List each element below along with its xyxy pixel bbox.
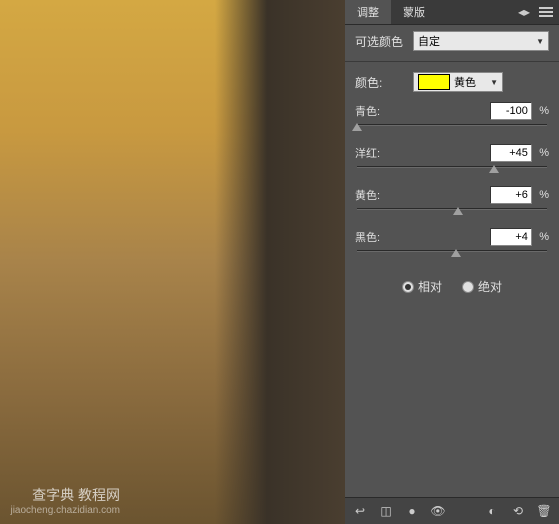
relative-label: 相对 — [418, 278, 442, 295]
canvas-preview: 查字典 教程网 jiaocheng.chazidian.com — [0, 0, 345, 524]
trash-icon[interactable]: 🗑 — [535, 502, 553, 520]
adjustments-panel: 调整 蒙版 ◂▸ 可选颜色 自定 颜色: 黄色 青色: % — [345, 0, 559, 524]
watermark: 查字典 教程网 jiaocheng.chazidian.com — [10, 485, 120, 516]
watermark-sub: jiaocheng.chazidian.com — [10, 505, 120, 516]
black-label: 黑色: — [355, 229, 380, 245]
black-value-input[interactable] — [490, 228, 532, 246]
absolute-label: 绝对 — [478, 278, 502, 295]
relative-radio-item[interactable]: 相对 — [402, 278, 442, 295]
panel-menu-icon[interactable] — [537, 3, 555, 21]
preset-value: 自定 — [418, 33, 440, 49]
yellow-thumb[interactable] — [453, 207, 463, 215]
percent-sign: % — [539, 189, 549, 201]
cyan-slider-row: 青色: % — [345, 98, 559, 140]
clip-icon[interactable]: ● — [403, 502, 421, 520]
return-icon[interactable]: ↩ — [351, 502, 369, 520]
preset-row: 可选颜色 自定 — [345, 25, 559, 57]
black-thumb[interactable] — [451, 249, 461, 257]
color-swatch — [418, 74, 450, 90]
color-label: 颜色: — [355, 74, 407, 91]
reset-icon[interactable]: ⟲ — [509, 502, 527, 520]
percent-sign: % — [539, 231, 549, 243]
preset-dropdown[interactable]: 自定 — [413, 31, 549, 51]
previous-state-icon[interactable]: ◐ — [483, 502, 501, 520]
absolute-radio-item[interactable]: 绝对 — [462, 278, 502, 295]
new-layer-icon[interactable]: ◫ — [377, 502, 395, 520]
visibility-icon[interactable]: 👁 — [429, 502, 447, 520]
cyan-value-input[interactable] — [490, 102, 532, 120]
cyan-thumb[interactable] — [352, 123, 362, 131]
absolute-radio[interactable] — [462, 281, 474, 293]
magenta-slider-row: 洋红: % — [345, 140, 559, 182]
color-dropdown[interactable]: 黄色 — [413, 72, 503, 92]
tab-adjustments[interactable]: 调整 — [345, 0, 391, 24]
yellow-value-input[interactable] — [490, 186, 532, 204]
percent-sign: % — [539, 105, 549, 117]
magenta-thumb[interactable] — [489, 165, 499, 173]
relative-radio[interactable] — [402, 281, 414, 293]
tab-masks[interactable]: 蒙版 — [391, 0, 437, 24]
black-slider[interactable] — [357, 250, 547, 252]
magenta-slider[interactable] — [357, 166, 547, 168]
adjustment-title: 可选颜色 — [355, 33, 407, 50]
color-row: 颜色: 黄色 — [345, 66, 559, 98]
yellow-slider-row: 黄色: % — [345, 182, 559, 224]
color-name: 黄色 — [454, 74, 476, 90]
yellow-slider[interactable] — [357, 208, 547, 210]
panel-tabs: 调整 蒙版 ◂▸ — [345, 0, 559, 25]
watermark-main: 查字典 教程网 — [10, 485, 120, 505]
cyan-label: 青色: — [355, 103, 380, 119]
separator — [345, 61, 559, 62]
magenta-value-input[interactable] — [490, 144, 532, 162]
black-slider-row: 黑色: % — [345, 224, 559, 266]
percent-sign: % — [539, 147, 549, 159]
yellow-label: 黄色: — [355, 187, 380, 203]
collapse-icon[interactable]: ◂▸ — [515, 3, 533, 21]
magenta-label: 洋红: — [355, 145, 380, 161]
cyan-slider[interactable] — [357, 124, 547, 126]
method-row: 相对 绝对 — [345, 266, 559, 307]
panel-bottom-bar: ↩ ◫ ● 👁 ◐ ⟲ 🗑 — [345, 497, 559, 524]
